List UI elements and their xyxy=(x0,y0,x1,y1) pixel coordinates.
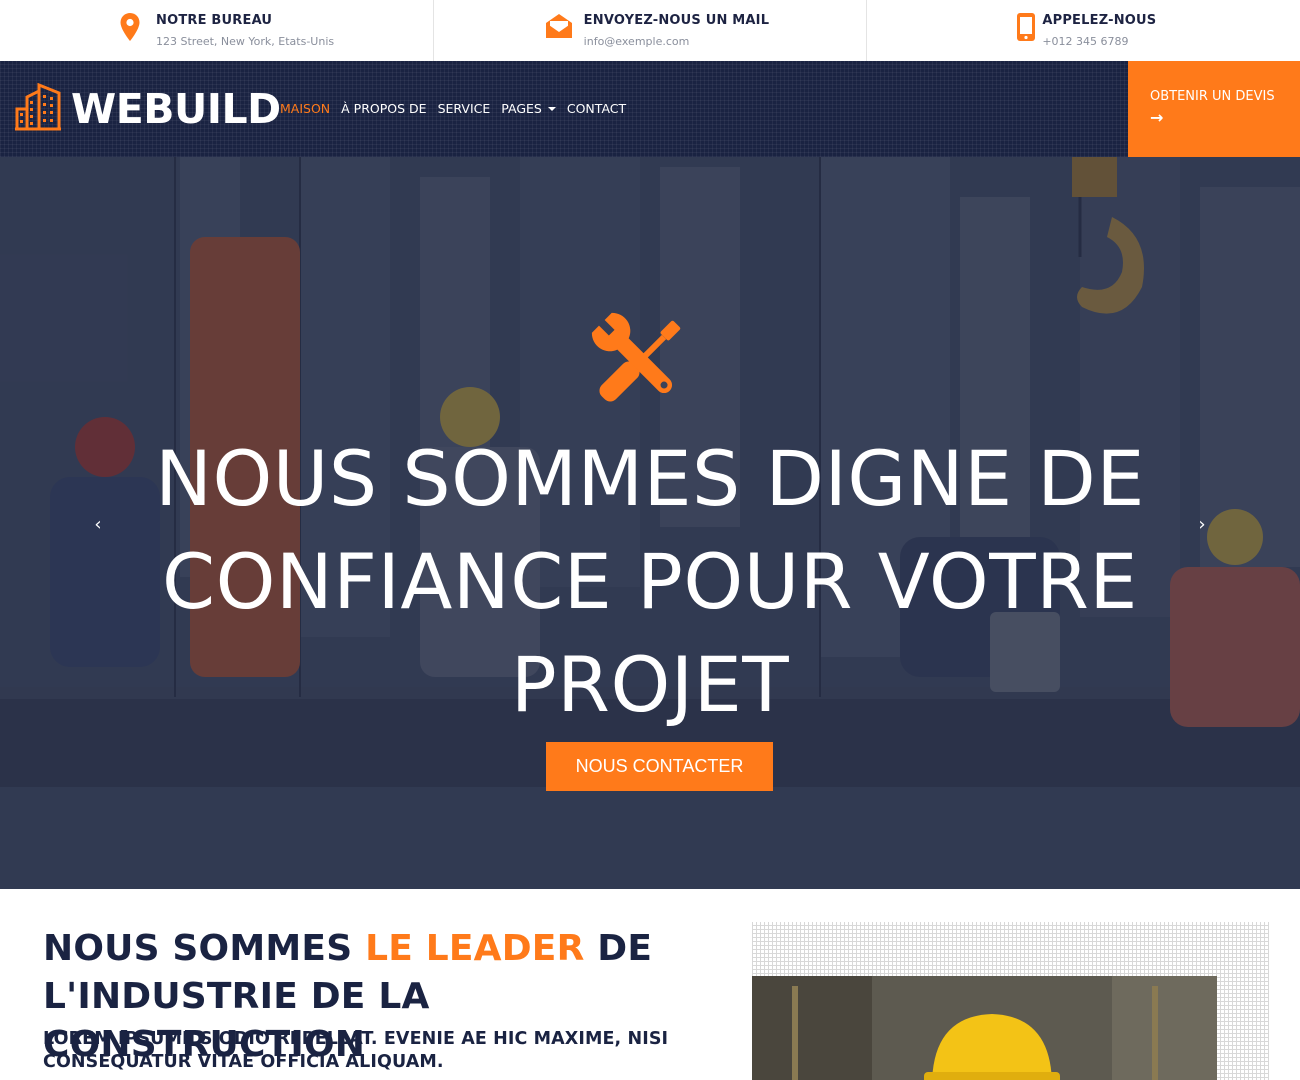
about-heading-part-1: NOUS SOMMES xyxy=(43,928,366,969)
office-address: 123 Street, New York, Etats-Unis xyxy=(156,35,335,48)
building-icon xyxy=(15,82,61,135)
map-pin-icon xyxy=(118,12,142,42)
nav-item-maison[interactable]: MAISON xyxy=(280,101,330,116)
envelope-open-icon xyxy=(544,12,574,42)
phone-title: APPELEZ-NOUS xyxy=(1042,13,1157,28)
nav-item-a-propos[interactable]: À PROPOS DE xyxy=(341,101,426,116)
about-section: NOUS SOMMES LE LEADER DE L'INDUSTRIE DE … xyxy=(0,889,1300,1080)
mail-address-link[interactable]: info@exemple.com xyxy=(584,35,690,48)
brand-logo[interactable]: WEBUILD xyxy=(15,81,281,137)
nav-item-contact[interactable]: CONTACT xyxy=(567,101,626,116)
tools-icon xyxy=(584,305,696,417)
phone-number-link[interactable]: +012 345 6789 xyxy=(1042,35,1128,48)
main-menu: MAISON À PROPOS DE SERVICE PAGES CONTACT xyxy=(280,101,637,116)
about-worker-image xyxy=(752,976,1217,1080)
nav-item-pages-label: PAGES xyxy=(501,101,542,116)
get-quote-label: OBTENIR UN DEVIS xyxy=(1150,89,1275,104)
carousel-next-button[interactable]: › xyxy=(1192,512,1212,536)
mobile-phone-icon xyxy=(1015,12,1037,42)
main-navbar: WEBUILD MAISON À PROPOS DE SERVICE PAGES… xyxy=(0,61,1300,157)
brand-name: WEBUILD xyxy=(71,84,281,133)
hero-heading: NOUS SOMMES DIGNE DE CONFIANCE POUR VOTR… xyxy=(155,434,1145,729)
get-quote-button[interactable]: OBTENIR UN DEVIS → xyxy=(1128,61,1300,157)
nav-item-service[interactable]: SERVICE xyxy=(438,101,491,116)
arrow-right-icon: → xyxy=(1150,108,1164,127)
mail-title: ENVOYEZ-NOUS UN MAIL xyxy=(583,13,770,28)
phone-info: APPELEZ-NOUS +012 345 6789 xyxy=(867,0,1300,61)
nav-item-pages[interactable]: PAGES xyxy=(501,101,556,116)
hero-carousel: NOUS SOMMES DIGNE DE CONFIANCE POUR VOTR… xyxy=(0,157,1300,889)
carousel-prev-button[interactable]: ‹ xyxy=(88,512,108,536)
mail-info: ENVOYEZ-NOUS UN MAIL info@exemple.com xyxy=(434,0,868,61)
office-info: NOTRE BUREAU 123 Street, New York, Etats… xyxy=(0,0,434,61)
about-lead-text: LOREM IPSUMILS ODIO REPELLAT. EVENIE AE … xyxy=(43,1029,669,1072)
contact-us-button[interactable]: NOUS CONTACTER xyxy=(546,742,773,791)
contact-info-bar: NOTRE BUREAU 123 Street, New York, Etats… xyxy=(0,0,1300,61)
chevron-down-icon xyxy=(547,106,556,111)
office-title: NOTRE BUREAU xyxy=(156,13,273,28)
about-heading-highlight: LE LEADER xyxy=(365,928,585,969)
